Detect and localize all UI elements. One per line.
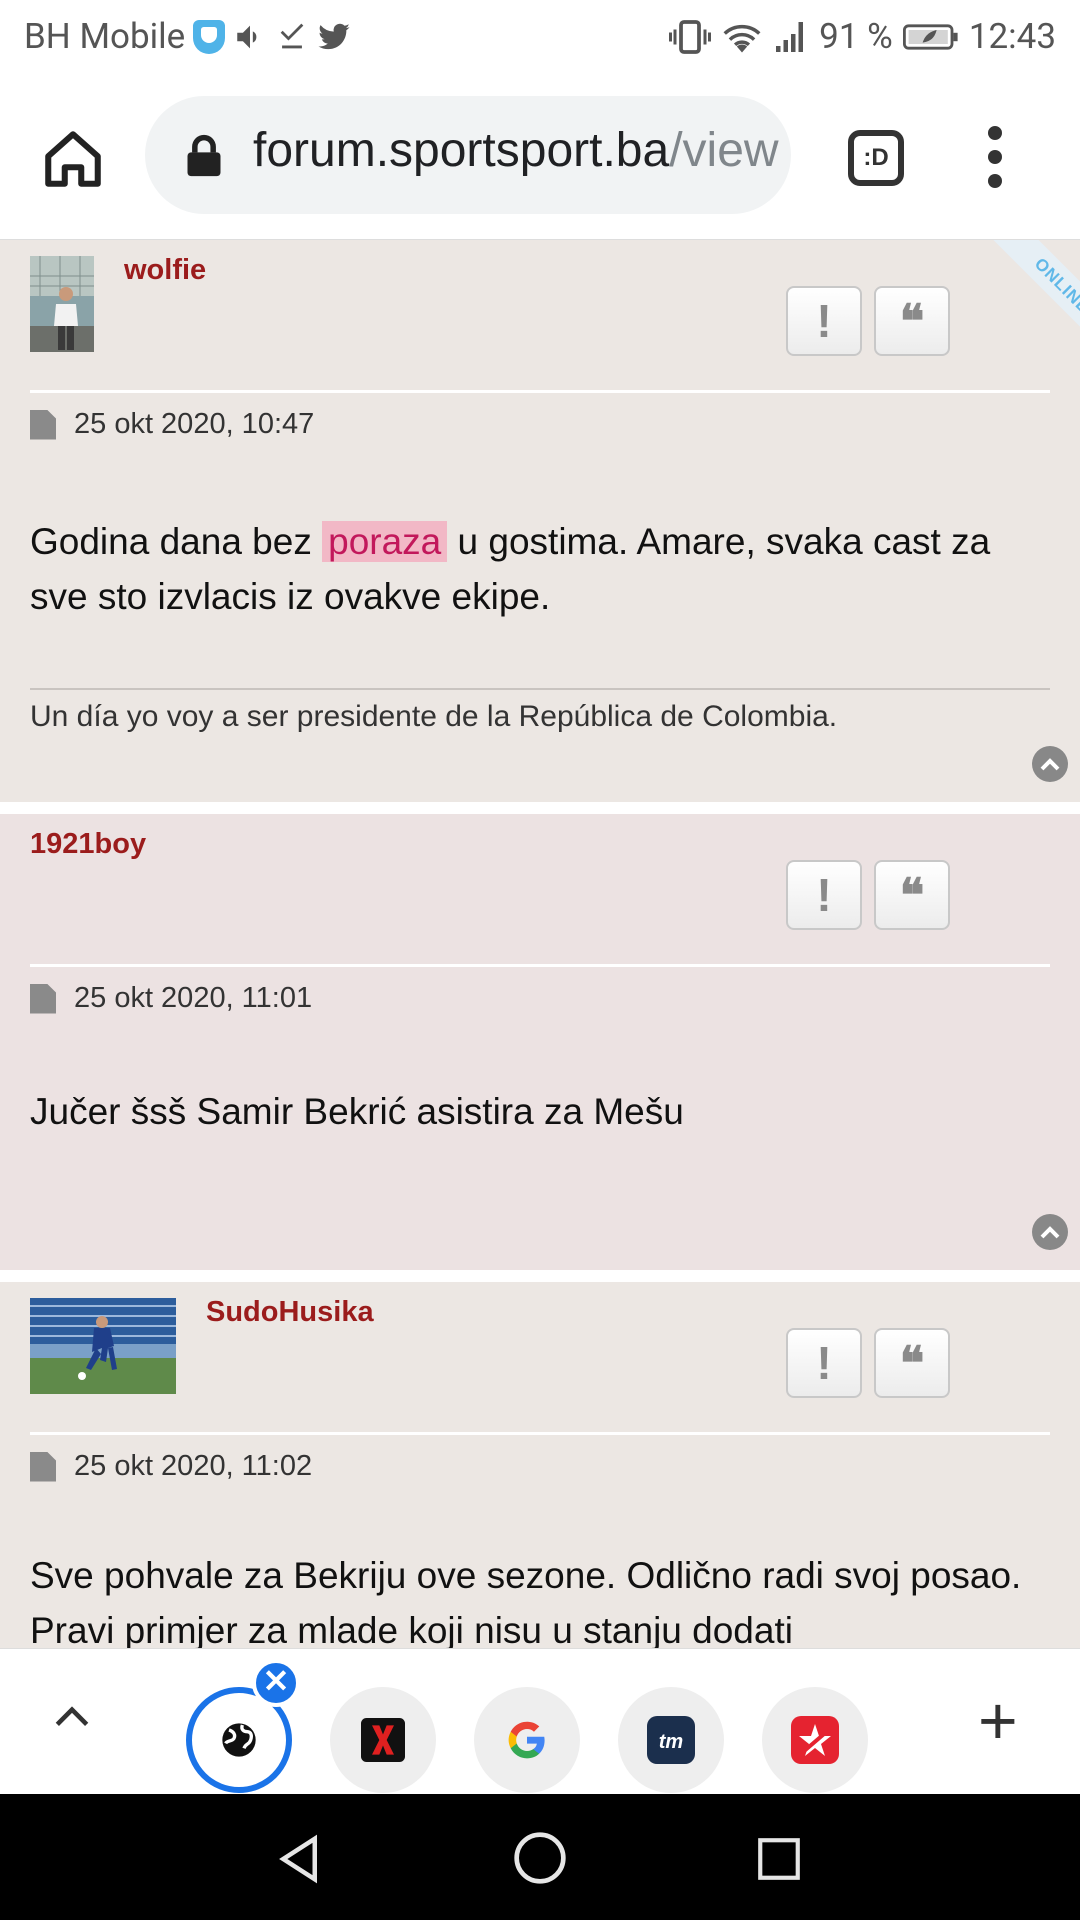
tab-x[interactable]: [330, 1687, 436, 1793]
x-icon: [361, 1718, 405, 1762]
divider: [30, 1432, 1050, 1435]
forum-post: wolfie ONLINE ! ❝ 25 okt 2020, 10:47 God…: [0, 240, 1080, 802]
back-icon[interactable]: [272, 1832, 326, 1886]
browser-toolbar: forum.sportsport.ba/view :D: [0, 76, 1080, 240]
post-body: Godina dana bez poraza u gostima. Amare,…: [30, 514, 1050, 624]
online-badge: ONLINE: [940, 240, 1080, 400]
download-done-icon: [280, 23, 304, 48]
clock: 12:43: [968, 16, 1056, 57]
url-path: /view: [669, 124, 779, 177]
post-date: 25 okt 2020, 10:47: [30, 408, 314, 441]
quote-button[interactable]: ❝: [874, 286, 950, 356]
close-tab-icon[interactable]: ✕: [252, 1659, 300, 1707]
file-icon: [30, 983, 56, 1014]
volume-icon: [237, 25, 257, 48]
post-signature: Un día yo voy a ser presidente de la Rep…: [30, 700, 838, 733]
back-to-top-icon[interactable]: [1032, 746, 1068, 782]
status-bar: BH Mobile 91 % 12:43: [0, 0, 1080, 76]
forum-post: SudoHusika ! ❝ 25 okt 2020, 11:02 Sve po…: [0, 1282, 1080, 1648]
twitter-icon: [318, 23, 350, 49]
back-to-top-icon[interactable]: [1032, 1214, 1068, 1250]
home-nav-icon[interactable]: [512, 1830, 568, 1886]
system-nav-bar: [0, 1794, 1080, 1920]
report-button[interactable]: !: [786, 1328, 862, 1398]
vpn-shield-icon: [193, 19, 226, 54]
carrier-label: BH Mobile: [24, 16, 186, 57]
tab-strip: ✕ tm +: [0, 1648, 1080, 1794]
post-date-text: 25 okt 2020, 11:02: [74, 1450, 313, 1482]
svg-text:tm: tm: [659, 1731, 683, 1753]
url-host: forum.sportsport.ba: [253, 124, 670, 177]
post-actions: ! ❝: [786, 1328, 950, 1398]
address-bar[interactable]: forum.sportsport.ba/view: [145, 96, 791, 214]
post-date: 25 okt 2020, 11:01: [30, 982, 312, 1015]
chevron-up-icon[interactable]: [50, 1695, 94, 1739]
file-icon: [30, 409, 56, 440]
tab-switcher-button[interactable]: :D: [848, 130, 904, 186]
tab-google[interactable]: [474, 1687, 580, 1793]
tab-sport[interactable]: [762, 1687, 868, 1793]
forum-post: 1921boy ! ❝ 25 okt 2020, 11:01 Jučer šsš…: [0, 814, 1080, 1270]
battery-percent: 91 %: [819, 16, 893, 57]
avatar[interactable]: [30, 1298, 176, 1394]
vibrate-icon: [669, 19, 712, 54]
transfermarkt-icon: tm: [647, 1716, 695, 1764]
post-body-text: Godina dana bez: [30, 521, 323, 562]
post-body: Jučer šsš Samir Bekrić asistira za Mešu: [30, 1091, 684, 1132]
post-author[interactable]: 1921boy: [30, 828, 146, 861]
report-button[interactable]: !: [786, 860, 862, 930]
tab-transfermarkt[interactable]: tm: [618, 1687, 724, 1793]
report-button[interactable]: !: [786, 286, 862, 356]
forum-thread: wolfie ONLINE ! ❝ 25 okt 2020, 10:47 God…: [0, 240, 1080, 1648]
post-body: Sve pohvale za Bekriju ove sezone. Odlič…: [30, 1555, 1022, 1648]
quote-button[interactable]: ❝: [874, 1328, 950, 1398]
post-date-text: 25 okt 2020, 11:01: [74, 982, 313, 1014]
globe-icon: [222, 1723, 256, 1757]
highlighted-word[interactable]: poraza: [322, 521, 448, 562]
post-date-text: 25 okt 2020, 10:47: [74, 408, 315, 440]
recents-icon[interactable]: [754, 1834, 804, 1884]
battery-icon: [902, 23, 958, 50]
divider: [30, 964, 1050, 967]
file-icon: [30, 1451, 56, 1482]
post-actions: ! ❝: [786, 860, 950, 930]
lock-icon[interactable]: [185, 134, 223, 178]
more-menu-icon[interactable]: [988, 126, 1004, 188]
post-author[interactable]: wolfie: [124, 254, 206, 287]
new-tab-button[interactable]: +: [978, 1687, 1018, 1755]
avatar[interactable]: [30, 256, 94, 352]
quote-button[interactable]: ❝: [874, 860, 950, 930]
post-actions: ! ❝: [786, 286, 950, 356]
sport-icon: [791, 1716, 839, 1764]
home-icon[interactable]: [40, 126, 106, 192]
signal-icon: [776, 21, 804, 52]
url-text[interactable]: forum.sportsport.ba/view: [253, 123, 779, 178]
google-icon: [508, 1721, 545, 1759]
wifi-icon: [723, 24, 761, 53]
signature-divider: [30, 688, 1050, 690]
post-author[interactable]: SudoHusika: [206, 1296, 374, 1329]
post-date: 25 okt 2020, 11:02: [30, 1450, 312, 1483]
divider: [30, 390, 1050, 393]
